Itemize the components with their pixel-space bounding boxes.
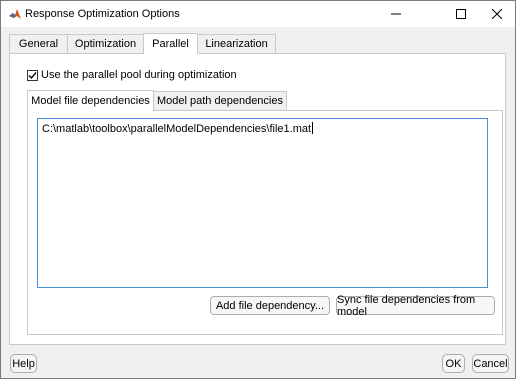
maximize-icon (456, 9, 466, 19)
close-icon (492, 9, 502, 19)
button-label: Help (12, 357, 35, 370)
button-label: OK (445, 357, 462, 370)
tab-model-file-dependencies[interactable]: Model file dependencies (27, 90, 154, 111)
button-label: Sync file dependencies from model (337, 293, 476, 318)
add-file-dependency-button[interactable]: Add file dependency... (210, 296, 330, 315)
tab-label: Parallel (152, 38, 189, 50)
sync-file-dependencies-button[interactable]: Sync file dependencies from model (336, 293, 495, 318)
window-title: Response Optimization Options (25, 8, 180, 20)
minimize-button[interactable] (379, 1, 413, 27)
button-label: Add file dependency... (215, 299, 325, 312)
tab-parallel[interactable]: Parallel (143, 33, 198, 54)
tab-linearization[interactable]: Linearization (197, 34, 276, 53)
use-parallel-pool-checkbox[interactable] (27, 69, 38, 81)
title-bar[interactable]: Response Optimization Options (1, 1, 515, 27)
maximize-button[interactable] (444, 1, 478, 27)
minimize-icon (391, 13, 401, 15)
tab-model-path-dependencies[interactable]: Model path dependencies (153, 91, 287, 110)
tab-optimization[interactable]: Optimization (67, 34, 144, 53)
tab-label: Linearization (205, 38, 268, 50)
use-parallel-pool-label: Use the parallel pool during optimizatio… (41, 69, 237, 81)
help-button[interactable]: Help (10, 354, 37, 373)
checkmark-icon (28, 71, 37, 79)
button-label: Cancel (473, 357, 508, 370)
use-parallel-pool-option[interactable]: Use the parallel pool during optimizatio… (27, 69, 237, 81)
close-button[interactable] (480, 1, 514, 27)
file-dependencies-text: C:\matlab\toolbox\parallelModelDependenc… (42, 123, 312, 135)
tab-label: General (18, 38, 59, 50)
ok-button[interactable]: OK (442, 354, 465, 373)
tab-label: Model file dependencies (31, 95, 150, 107)
text-caret (312, 122, 314, 134)
tab-general[interactable]: General (9, 34, 68, 53)
matlab-logo-icon (8, 7, 22, 21)
file-dependencies-textarea[interactable]: C:\matlab\toolbox\parallelModelDependenc… (37, 118, 488, 288)
dialog-window: Response Optimization Options General Op… (0, 0, 516, 379)
cancel-button[interactable]: Cancel (472, 354, 509, 373)
tab-label: Model path dependencies (157, 95, 283, 107)
parallel-panel: Use the parallel pool during optimizatio… (9, 53, 506, 345)
tab-label: Optimization (74, 38, 137, 50)
file-dependencies-panel: C:\matlab\toolbox\parallelModelDependenc… (27, 110, 503, 335)
